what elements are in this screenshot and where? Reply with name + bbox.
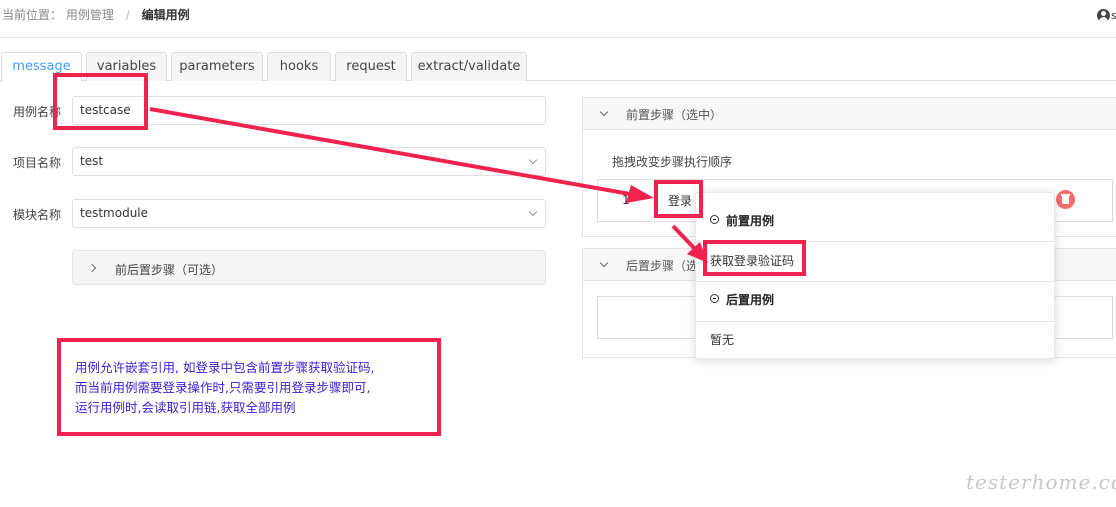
arrow-to-login — [149, 107, 631, 196]
arrowhead-login — [626, 185, 654, 203]
watermark: testerhome.com — [966, 470, 1116, 494]
arrow-to-captcha — [671, 224, 696, 250]
annotation-arrows — [149, 107, 708, 263]
